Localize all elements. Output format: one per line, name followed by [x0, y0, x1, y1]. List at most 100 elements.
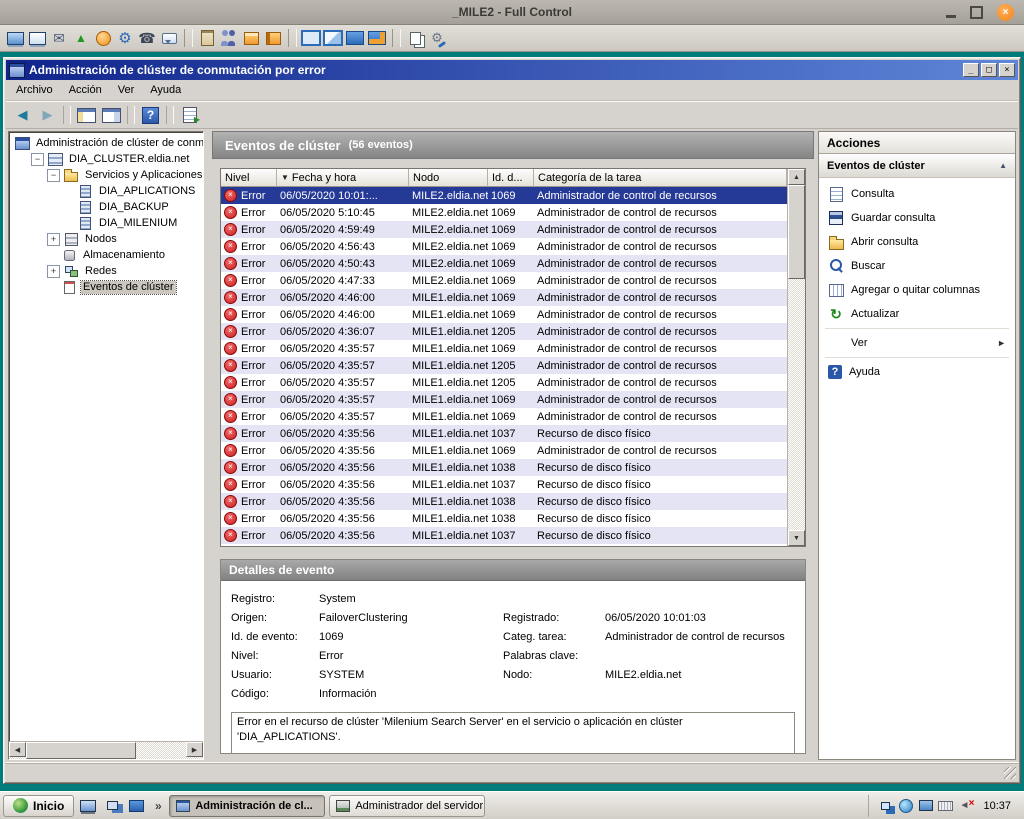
tree-item-dia-cluster-eldia-net[interactable]: −DIA_CLUSTER.eldia.net: [9, 151, 203, 167]
display-icon[interactable]: [917, 797, 934, 815]
event-row[interactable]: ×Error06/05/2020 4:35:57MILE1.eldia.net1…: [221, 391, 787, 408]
package-icon[interactable]: [240, 27, 262, 49]
window-maximize-button[interactable]: □: [981, 63, 997, 77]
export-icon[interactable]: [177, 104, 202, 126]
event-row[interactable]: ×Error06/05/2020 4:46:00MILE1.eldia.net1…: [221, 289, 787, 306]
action-ayuda[interactable]: ?Ayuda: [819, 360, 1015, 384]
vnc-maximize-button[interactable]: [970, 6, 983, 19]
event-row[interactable]: ×Error06/05/2020 5:10:45MILE2.eldia.net1…: [221, 204, 787, 221]
security-icon[interactable]: [262, 27, 284, 49]
menu-ayuda[interactable]: Ayuda: [142, 82, 189, 98]
action-abrir-consulta[interactable]: Abrir consulta: [819, 230, 1015, 254]
back-icon[interactable]: [10, 104, 35, 126]
event-row[interactable]: ×Error06/05/2020 4:59:49MILE2.eldia.net1…: [221, 221, 787, 238]
column-header-id-d[interactable]: Id. d...: [488, 169, 534, 187]
window-close-button[interactable]: ×: [999, 63, 1015, 77]
column-header-categoria-de-la-tarea[interactable]: Categoría de la tarea: [534, 169, 787, 187]
expand-icon[interactable]: +: [47, 265, 60, 278]
event-row[interactable]: ×Error06/05/2020 4:35:56MILE1.eldia.net1…: [221, 442, 787, 459]
taskbar-task-administracion-de-cl[interactable]: Administración de cl...: [169, 795, 325, 817]
tree-item-almacenamiento[interactable]: Almacenamiento: [9, 247, 203, 263]
tree-horizontal-scrollbar[interactable]: ◀ ▶: [9, 741, 203, 759]
scroll-thumb[interactable]: [788, 185, 805, 279]
tree-item-eventos-de-cluster[interactable]: Eventos de clúster: [9, 279, 203, 295]
scroll-right-button[interactable]: ▶: [186, 742, 203, 757]
network-places-icon[interactable]: [101, 795, 123, 817]
vnc-minimize-button[interactable]: [946, 15, 956, 18]
fullscreen-icon[interactable]: [300, 27, 322, 49]
expand-icon[interactable]: +: [47, 233, 60, 246]
settings-icon[interactable]: [114, 27, 136, 49]
globe-icon[interactable]: [897, 797, 914, 815]
scroll-down-button[interactable]: ▼: [788, 530, 805, 546]
tree-item-dia-aplications[interactable]: DIA_APLICATIONS: [9, 183, 203, 199]
computer-icon[interactable]: [77, 795, 99, 817]
action-guardar-consulta[interactable]: Guardar consulta: [819, 206, 1015, 230]
event-row[interactable]: ×Error06/05/2020 4:56:43MILE2.eldia.net1…: [221, 238, 787, 255]
tree-item-dia-milenium[interactable]: DIA_MILENIUM: [9, 215, 203, 231]
quick-launch-overflow-button[interactable]: »: [150, 795, 166, 817]
event-row[interactable]: ×Error06/05/2020 4:35:56MILE1.eldia.net1…: [221, 459, 787, 476]
tree-item-nodos[interactable]: +Nodos: [9, 231, 203, 247]
event-row[interactable]: ×Error06/05/2020 10:01:...MILE2.eldia.ne…: [221, 187, 787, 204]
tree-item-dia-backup[interactable]: DIA_BACKUP: [9, 199, 203, 215]
clipboard-icon[interactable]: [196, 27, 218, 49]
event-row[interactable]: ×Error06/05/2020 4:35:56MILE1.eldia.net1…: [221, 425, 787, 442]
action-agregar-o-quitar-columnas[interactable]: Agregar o quitar columnas: [819, 278, 1015, 302]
screen-icon[interactable]: [344, 27, 366, 49]
scroll-track[interactable]: [788, 185, 805, 530]
start-button[interactable]: Inicio: [3, 795, 74, 817]
collapse-icon[interactable]: −: [47, 169, 60, 182]
scroll-thumb[interactable]: [26, 742, 136, 759]
event-row[interactable]: ×Error06/05/2020 4:35:57MILE1.eldia.net1…: [221, 357, 787, 374]
event-row[interactable]: ×Error06/05/2020 4:46:00MILE1.eldia.net1…: [221, 306, 787, 323]
event-row[interactable]: ×Error06/05/2020 4:36:07MILE1.eldia.net1…: [221, 323, 787, 340]
column-header-nivel[interactable]: Nivel: [221, 169, 277, 187]
scroll-up-button[interactable]: ▲: [788, 169, 805, 185]
volume-muted-icon[interactable]: [957, 797, 974, 815]
action-pane-icon[interactable]: [99, 104, 124, 126]
help-icon[interactable]: [138, 104, 163, 126]
chat-icon[interactable]: [158, 27, 180, 49]
connection-info-icon[interactable]: [92, 27, 114, 49]
panel-splitter[interactable]: [204, 131, 208, 760]
scroll-track[interactable]: [26, 742, 186, 759]
keyboard-icon[interactable]: [937, 797, 954, 815]
events-vertical-scrollbar[interactable]: ▲ ▼: [787, 169, 805, 546]
screen-config-icon[interactable]: [366, 27, 388, 49]
taskbar-task-administrador-del-servidor[interactable]: Administrador del servidor: [329, 795, 485, 817]
column-header-nodo[interactable]: Nodo: [409, 169, 488, 187]
display-icon[interactable]: [125, 795, 147, 817]
event-row[interactable]: ×Error06/05/2020 4:35:56MILE1.eldia.net1…: [221, 527, 787, 544]
action-ver[interactable]: Ver►: [819, 331, 1015, 355]
new-connection-icon[interactable]: [4, 27, 26, 49]
dial-icon[interactable]: [136, 27, 158, 49]
menu-ver[interactable]: Ver: [110, 82, 143, 98]
event-row[interactable]: ×Error06/05/2020 4:35:57MILE1.eldia.net1…: [221, 340, 787, 357]
collapse-icon[interactable]: −: [31, 153, 44, 166]
tree-item-redes[interactable]: +Redes: [9, 263, 203, 279]
collapse-chevron-icon[interactable]: ▲: [999, 161, 1007, 170]
window-minimize-button[interactable]: _: [963, 63, 979, 77]
vnc-titlebar[interactable]: _MILE2 - Full Control ×: [0, 0, 1024, 25]
copy-icon[interactable]: [404, 27, 426, 49]
event-row[interactable]: ×Error06/05/2020 4:35:56MILE1.eldia.net1…: [221, 476, 787, 493]
file-transfer-icon[interactable]: [70, 27, 92, 49]
event-row[interactable]: ×Error06/05/2020 4:35:57MILE1.eldia.net1…: [221, 374, 787, 391]
taskbar-clock[interactable]: 10:37: [977, 800, 1017, 812]
column-header-fecha-y-hora[interactable]: ▼Fecha y hora: [277, 169, 409, 187]
save-session-icon[interactable]: [26, 27, 48, 49]
vnc-close-button[interactable]: ×: [997, 4, 1014, 21]
window-titlebar[interactable]: Administración de clúster de conmutación…: [6, 60, 1018, 80]
forward-icon[interactable]: [35, 104, 60, 126]
users-icon[interactable]: [218, 27, 240, 49]
scroll-left-button[interactable]: ◀: [9, 742, 26, 757]
tools-icon[interactable]: [426, 27, 448, 49]
network-icon[interactable]: [877, 797, 894, 815]
remote-desktop[interactable]: Administración de clúster de conmutación…: [0, 52, 1024, 791]
console-tree-icon[interactable]: [74, 104, 99, 126]
action-buscar[interactable]: Buscar: [819, 254, 1015, 278]
mail-icon[interactable]: [48, 27, 70, 49]
scale-icon[interactable]: [322, 27, 344, 49]
event-row[interactable]: ×Error06/05/2020 4:50:43MILE2.eldia.net1…: [221, 255, 787, 272]
